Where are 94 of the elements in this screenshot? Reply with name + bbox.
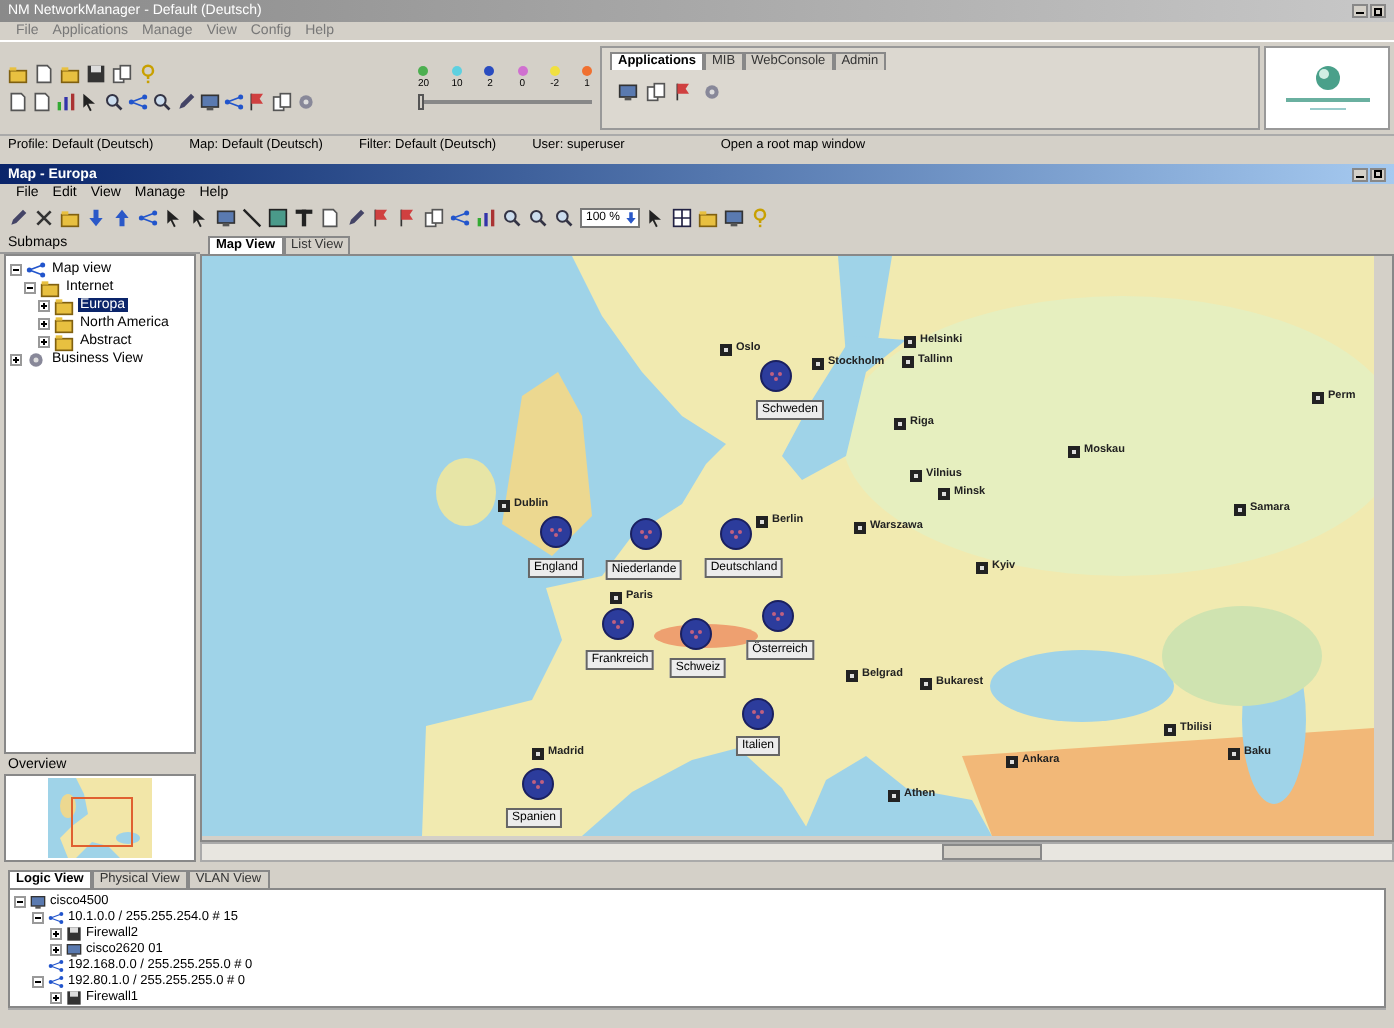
pencil-icon[interactable] bbox=[346, 208, 366, 228]
pages-icon[interactable] bbox=[424, 208, 444, 228]
network-icon[interactable] bbox=[138, 208, 158, 228]
folder-icon bbox=[54, 295, 74, 315]
monitor-icon bbox=[66, 942, 82, 958]
folder-icon[interactable] bbox=[60, 64, 80, 84]
city-marker-icon[interactable] bbox=[854, 522, 866, 534]
page-icon[interactable] bbox=[320, 208, 340, 228]
monitor-icon[interactable] bbox=[200, 92, 220, 112]
city-marker-icon[interactable] bbox=[846, 670, 858, 682]
network-icon[interactable] bbox=[128, 92, 148, 112]
magnifier-icon[interactable] bbox=[104, 92, 124, 112]
minimize-icon bbox=[1356, 12, 1364, 16]
city-marker-icon[interactable] bbox=[902, 356, 914, 368]
minimize-button[interactable] bbox=[1352, 167, 1368, 181]
city-marker-icon[interactable] bbox=[976, 562, 988, 574]
monitor-icon[interactable] bbox=[724, 208, 745, 228]
collapse-toggle-icon[interactable] bbox=[32, 912, 44, 924]
magnifier-icon[interactable] bbox=[152, 92, 172, 112]
pages-icon[interactable] bbox=[112, 64, 132, 84]
cursor-icon[interactable] bbox=[80, 92, 100, 112]
arrow-up-icon[interactable] bbox=[112, 208, 132, 228]
city-marker-icon[interactable] bbox=[910, 470, 922, 482]
folder-icon[interactable] bbox=[698, 208, 719, 228]
minimize-button[interactable] bbox=[1352, 4, 1368, 18]
collapse-toggle-icon[interactable] bbox=[14, 896, 26, 908]
city-marker-icon[interactable] bbox=[894, 418, 906, 430]
collapse-toggle-icon[interactable] bbox=[32, 976, 44, 988]
magnifier-icon[interactable] bbox=[502, 208, 522, 228]
folder-icon bbox=[54, 313, 74, 333]
city-marker-icon[interactable] bbox=[1006, 756, 1018, 768]
folder-icon[interactable] bbox=[60, 208, 80, 228]
minimize-icon bbox=[1356, 175, 1364, 179]
city-marker-icon[interactable] bbox=[1234, 504, 1246, 516]
city-marker-icon[interactable] bbox=[888, 790, 900, 802]
city-marker-icon[interactable] bbox=[938, 488, 950, 500]
city-marker-icon[interactable] bbox=[904, 336, 916, 348]
city-marker-icon[interactable] bbox=[610, 592, 622, 604]
flag-icon[interactable] bbox=[398, 208, 418, 228]
expand-toggle-icon[interactable] bbox=[38, 317, 50, 329]
threshold-slider-thumb[interactable] bbox=[418, 94, 424, 110]
expand-toggle-icon[interactable] bbox=[38, 335, 50, 347]
city-marker-icon[interactable] bbox=[920, 678, 932, 690]
text-tool-icon[interactable] bbox=[294, 208, 314, 228]
city-marker-icon[interactable] bbox=[1068, 446, 1080, 458]
flag-icon[interactable] bbox=[372, 208, 392, 228]
folder-icon bbox=[54, 331, 74, 351]
city-marker-icon[interactable] bbox=[498, 500, 510, 512]
magnifier-icon[interactable] bbox=[528, 208, 548, 228]
city-marker-icon[interactable] bbox=[812, 358, 824, 370]
maximize-icon bbox=[1374, 7, 1382, 15]
expand-toggle-icon[interactable] bbox=[50, 992, 62, 1004]
collapse-toggle-icon[interactable] bbox=[24, 281, 36, 293]
pencil-icon[interactable] bbox=[8, 208, 28, 228]
monitor-icon[interactable] bbox=[216, 208, 236, 228]
expand-toggle-icon[interactable] bbox=[38, 299, 50, 311]
monitor-icon[interactable] bbox=[618, 82, 638, 102]
line-icon[interactable] bbox=[242, 208, 262, 228]
magnifier-icon[interactable] bbox=[554, 208, 574, 228]
expand-toggle-icon[interactable] bbox=[10, 353, 22, 365]
chart-icon[interactable] bbox=[476, 208, 496, 228]
city-marker-icon[interactable] bbox=[756, 516, 768, 528]
close-icon[interactable] bbox=[34, 208, 54, 228]
cursor-icon[interactable] bbox=[646, 208, 667, 228]
network-icon bbox=[48, 910, 64, 926]
maximize-icon bbox=[1374, 170, 1382, 178]
flag-icon[interactable] bbox=[674, 82, 694, 102]
city-marker-icon[interactable] bbox=[1164, 724, 1176, 736]
horizontal-scrollbar[interactable] bbox=[200, 842, 1394, 862]
network-icon[interactable] bbox=[450, 208, 470, 228]
folder-icon[interactable] bbox=[8, 64, 28, 84]
caret-icon bbox=[624, 210, 639, 226]
maximize-button[interactable] bbox=[1370, 167, 1386, 181]
network-icon[interactable] bbox=[224, 92, 244, 112]
collapse-toggle-icon[interactable] bbox=[10, 263, 22, 275]
arrow-down-icon[interactable] bbox=[86, 208, 106, 228]
scrollbar-thumb[interactable] bbox=[942, 844, 1042, 860]
pages-icon[interactable] bbox=[272, 92, 292, 112]
folder-icon bbox=[40, 277, 60, 297]
city-marker-icon[interactable] bbox=[1228, 748, 1240, 760]
monitor-icon bbox=[30, 894, 46, 910]
city-marker-icon[interactable] bbox=[532, 748, 544, 760]
expand-toggle-icon[interactable] bbox=[50, 944, 62, 956]
grid-icon[interactable] bbox=[672, 208, 693, 228]
flag-icon[interactable] bbox=[248, 92, 268, 112]
pages-icon[interactable] bbox=[646, 82, 666, 102]
expand-toggle-icon[interactable] bbox=[50, 928, 62, 940]
city-marker-icon[interactable] bbox=[720, 344, 732, 356]
city-marker-icon[interactable] bbox=[1312, 392, 1324, 404]
square-icon[interactable] bbox=[268, 208, 288, 228]
chart-icon[interactable] bbox=[56, 92, 76, 112]
network-icon bbox=[26, 259, 46, 279]
pencil-icon[interactable] bbox=[176, 92, 196, 112]
maximize-button[interactable] bbox=[1370, 4, 1386, 18]
